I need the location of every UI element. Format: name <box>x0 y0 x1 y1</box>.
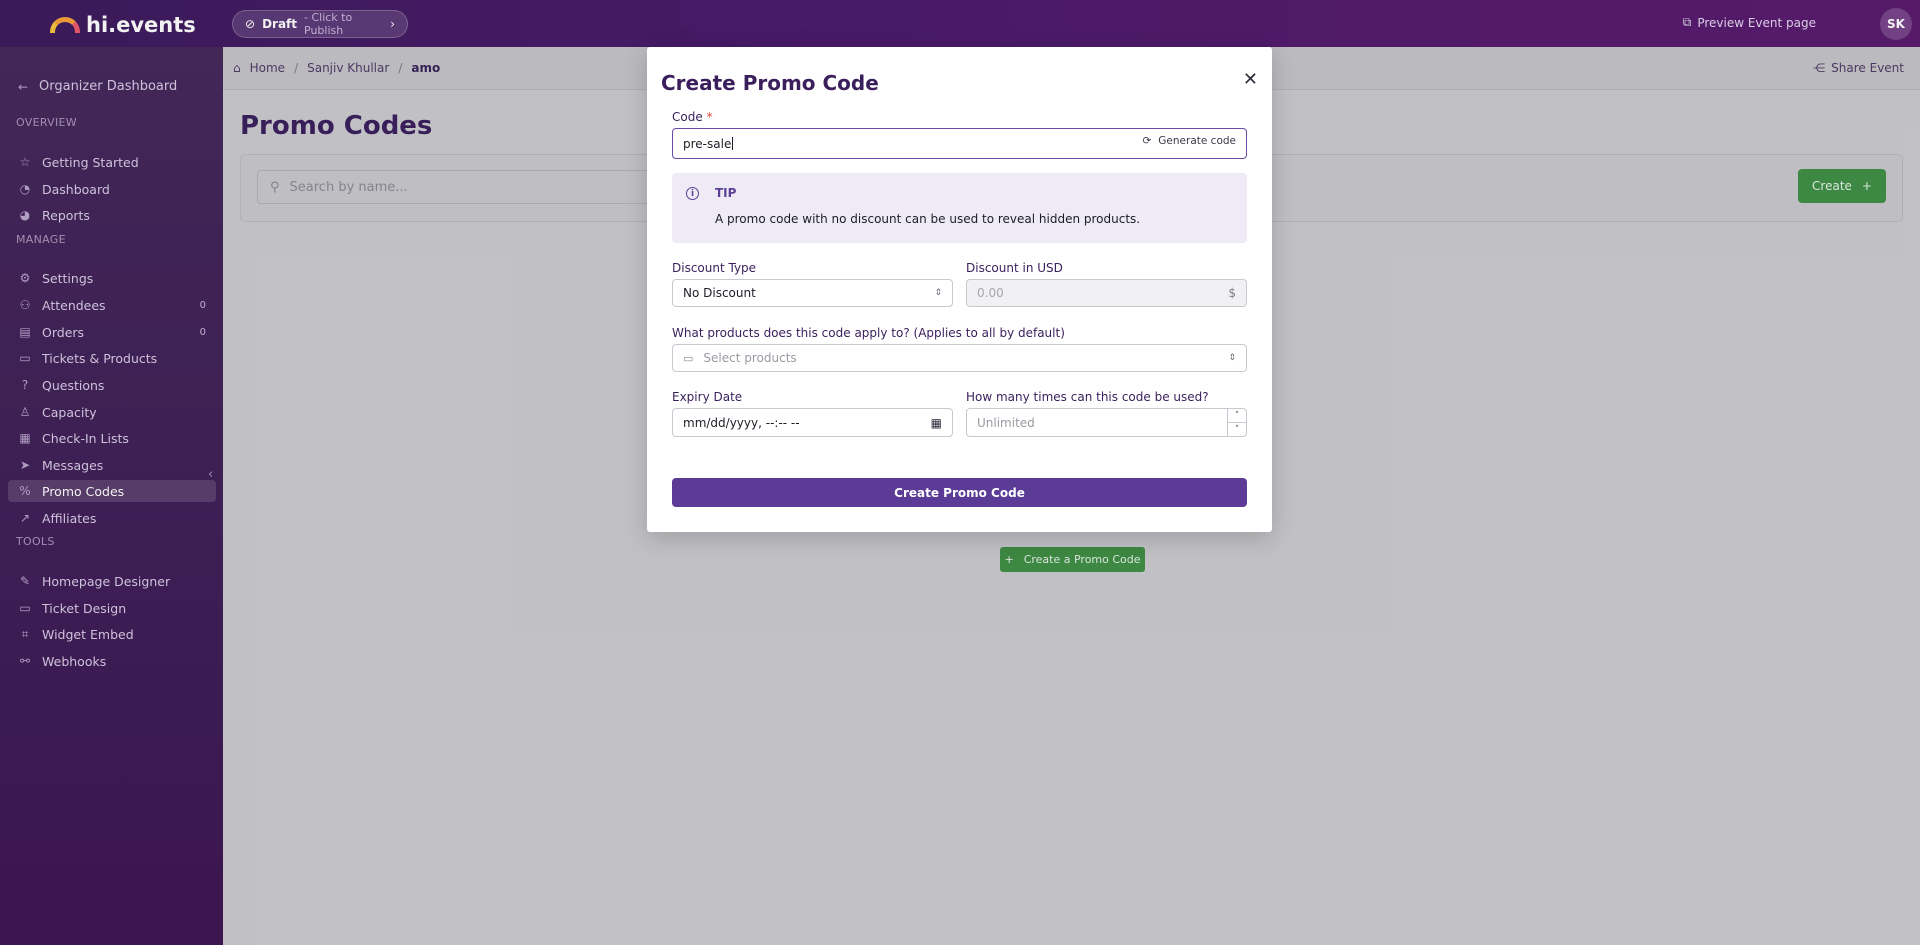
chevron-down-icon[interactable]: ˅ <box>1228 422 1246 436</box>
generate-code-button[interactable]: ⟳ Generate code <box>1142 135 1236 147</box>
discount-amount-input: 0.00 $ <box>966 279 1247 307</box>
create-promo-code-button[interactable]: Create Promo Code <box>672 478 1247 507</box>
usage-limit-input[interactable]: Unlimited ˄ ˅ <box>966 408 1247 437</box>
products-label: What products does this code apply to? (… <box>672 326 1065 340</box>
usage-placeholder: Unlimited <box>977 415 1035 430</box>
refresh-icon: ⟳ <box>1142 135 1152 147</box>
code-label: Code * <box>672 110 713 124</box>
usage-limit-label: How many times can this code be used? <box>966 390 1209 404</box>
discount-type-value: No Discount <box>683 286 756 300</box>
currency-symbol: $ <box>1228 286 1236 300</box>
products-placeholder: Select products <box>703 351 797 365</box>
discount-type-label: Discount Type <box>672 261 757 275</box>
create-promo-code-modal: Create Promo Code ✕ Code * pre-sale ⟳ Ge… <box>647 47 1272 532</box>
expiry-placeholder: mm/dd/yyyy, --:-- -- <box>683 415 800 430</box>
calendar-icon[interactable]: ▦ <box>931 416 942 430</box>
tip-title: TIP <box>715 186 737 200</box>
select-arrows-icon: ⇕ <box>1228 353 1236 363</box>
code-input[interactable]: pre-sale ⟳ Generate code <box>672 128 1247 159</box>
discount-amount-placeholder: 0.00 <box>977 286 1004 300</box>
info-icon: i <box>686 187 699 200</box>
code-value: pre-sale <box>683 136 732 151</box>
discount-amount-label: Discount in USD <box>966 261 1063 275</box>
required-mark: * <box>706 110 713 124</box>
generate-label: Generate code <box>1158 135 1236 147</box>
chevron-up-icon[interactable]: ˄ <box>1228 409 1246 422</box>
quantity-stepper[interactable]: ˄ ˅ <box>1227 409 1246 436</box>
text-cursor <box>732 137 734 150</box>
expiry-label: Expiry Date <box>672 390 743 404</box>
select-arrows-icon: ⇕ <box>934 288 942 298</box>
modal-title: Create Promo Code <box>661 71 879 95</box>
code-label-text: Code <box>672 110 703 124</box>
expiry-date-input[interactable]: mm/dd/yyyy, --:-- -- ▦ <box>672 408 953 437</box>
products-select[interactable]: ▭ Select products ⇕ <box>672 344 1247 372</box>
tip-text: A promo code with no discount can be use… <box>715 212 1141 226</box>
tip-box: i TIP A promo code with no discount can … <box>672 173 1247 243</box>
discount-type-select[interactable]: No Discount ⇕ <box>672 279 953 307</box>
ticket-icon: ▭ <box>683 351 694 365</box>
close-icon[interactable]: ✕ <box>1243 69 1258 90</box>
